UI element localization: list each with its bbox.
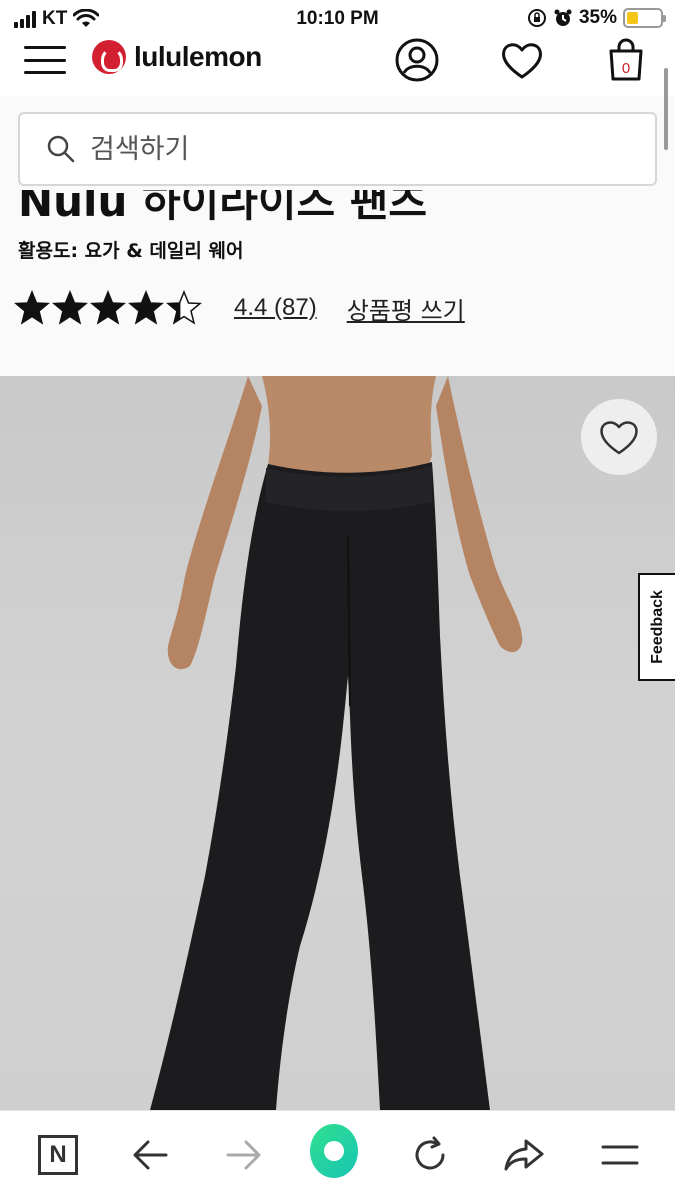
star-rating [14,290,202,326]
refresh-icon [415,1136,445,1170]
search-bar[interactable] [18,112,657,186]
rating-link[interactable]: 4.4 (87) [234,294,317,322]
battery-icon [623,8,666,28]
back-arrow-icon [133,1140,168,1170]
star-icon [52,290,88,325]
wishlist-icon[interactable] [498,36,546,84]
heart-icon [600,421,638,455]
star-icon [166,290,202,325]
feedback-label: Feedback [649,590,666,664]
status-right: 35% [527,7,666,29]
share-icon [504,1139,544,1171]
menu-icon[interactable] [24,42,66,78]
product-info: Nulu 하이라이즈 팬츠 활용도: 요가 & 데일리 웨어 4.4 (87) … [0,190,675,376]
rating-row: 4.4 (87) 상품평 쓰기 [14,290,465,326]
product-image[interactable]: Feedback [0,376,675,1110]
cart-icon[interactable]: 0 [602,36,650,84]
forward-arrow-icon [226,1140,261,1170]
status-bar: KT 10:10 PM 35% [0,0,675,36]
menu-more-button[interactable] [596,1131,644,1179]
star-icon [128,290,164,325]
browser-toolbar: N [0,1110,675,1200]
product-wishlist-button[interactable] [581,399,657,475]
search-icon [47,135,75,163]
menu-lines-icon [601,1145,639,1165]
cart-count: 0 [622,60,630,77]
green-dot-button[interactable] [310,1124,358,1178]
product-title: Nulu 하이라이즈 팬츠 [18,190,428,226]
scrollbar[interactable] [664,68,668,150]
model-photo [150,376,523,1110]
back-button[interactable] [126,1131,174,1179]
star-icon [90,290,126,325]
battery-percent: 35% [578,7,617,28]
search-area [0,96,675,198]
brand-name: lululemon [134,41,262,72]
account-icon[interactable] [393,36,441,84]
star-icon [14,290,50,325]
green-dot-icon [310,1124,358,1178]
share-button[interactable] [500,1131,548,1179]
product-activity: 활용도: 요가 & 데일리 웨어 [18,240,244,262]
lululemon-logo-icon [92,40,126,74]
feedback-tab[interactable]: Feedback [638,573,675,681]
refresh-button[interactable] [406,1131,454,1179]
site-header: lululemon 0 [0,36,675,96]
search-input[interactable] [90,133,590,165]
brand-logo[interactable]: lululemon [92,40,262,74]
alarm-icon [554,9,572,26]
naver-n-icon: N [38,1135,78,1175]
write-review-link[interactable]: 상품평 쓰기 [347,291,465,326]
naver-home-button[interactable]: N [34,1131,82,1179]
forward-button[interactable] [220,1131,268,1179]
rotation-lock-icon [527,9,546,27]
